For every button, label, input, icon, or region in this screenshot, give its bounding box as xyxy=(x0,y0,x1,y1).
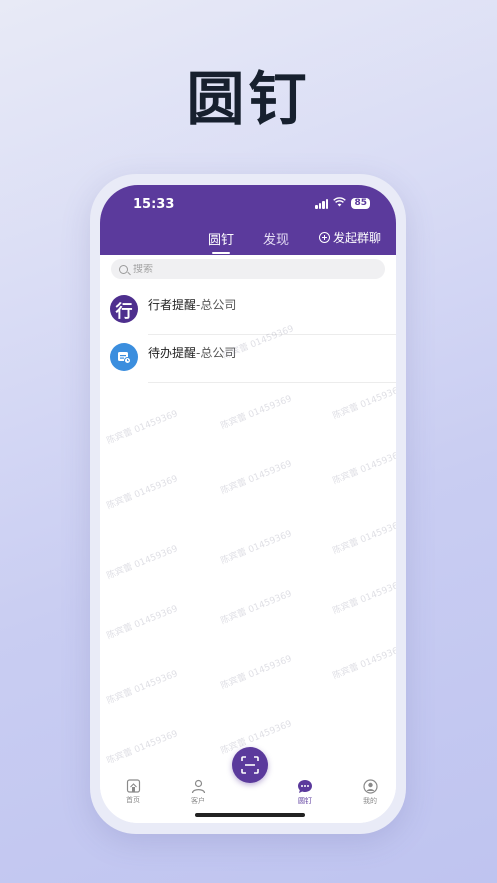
status-time: 15:33 xyxy=(133,197,175,212)
watermark: 陈宾蕾 01459369 xyxy=(331,384,396,422)
nav-pin[interactable]: 圆钉 xyxy=(285,779,325,806)
scan-button[interactable] xyxy=(232,747,268,783)
watermark: 陈宾蕾 01459369 xyxy=(219,459,294,497)
scan-icon xyxy=(241,756,259,774)
tab-discover[interactable]: 发现 xyxy=(263,229,289,248)
status-icons: 85 xyxy=(315,197,370,210)
watermark: 陈宾蕾 01459369 xyxy=(105,669,180,707)
home-icon xyxy=(126,779,140,793)
plus-circle-icon xyxy=(319,232,330,243)
nav-customer[interactable]: 客户 xyxy=(178,779,218,806)
home-indicator xyxy=(195,813,305,817)
divider xyxy=(148,382,396,383)
search-icon xyxy=(119,264,128,274)
item-org: -总公司 xyxy=(196,298,237,312)
battery-icon: 85 xyxy=(351,198,370,209)
nav-home[interactable]: 首页 xyxy=(113,779,153,805)
todo-icon xyxy=(110,343,138,371)
avatar: 行 xyxy=(110,295,138,323)
watermark: 陈宾蕾 01459369 xyxy=(105,474,180,512)
watermark: 陈宾蕾 01459369 xyxy=(219,529,294,567)
tab-pin[interactable]: 圆钉 xyxy=(208,229,234,254)
search-input[interactable] xyxy=(133,263,363,275)
watermark: 陈宾蕾 01459369 xyxy=(105,729,180,767)
watermark: 陈宾蕾 01459369 xyxy=(105,544,180,582)
watermark: 陈宾蕾 01459369 xyxy=(105,604,180,642)
profile-icon xyxy=(362,779,378,794)
watermark: 陈宾蕾 01459369 xyxy=(331,449,396,487)
item-name: 行者提醒 xyxy=(148,298,197,312)
search-bar[interactable] xyxy=(111,259,385,279)
hero-title: 圆钉 xyxy=(186,65,311,133)
watermark: 陈宾蕾 01459369 xyxy=(105,409,180,447)
nav-pin-label: 圆钉 xyxy=(298,797,312,805)
watermark: 陈宾蕾 01459369 xyxy=(219,589,294,627)
group-chat-label: 发起群聊 xyxy=(333,231,382,245)
app-header: 15:33 85 圆钉 发现 发起群聊 xyxy=(100,185,396,255)
watermark: 陈宾蕾 01459369 xyxy=(331,519,396,557)
app-screen: 15:33 85 圆钉 发现 发起群聊 行 行者提醒-总公司 xyxy=(100,185,396,823)
nav-home-label: 首页 xyxy=(126,796,140,804)
list-item[interactable]: 行 行者提醒-总公司 xyxy=(100,287,396,335)
person-icon xyxy=(191,779,205,794)
nav-mine-label: 我的 xyxy=(363,797,377,805)
item-title: 行者提醒-总公司 xyxy=(148,296,236,313)
chat-bubble-icon xyxy=(298,780,312,793)
wifi-icon xyxy=(333,197,347,210)
start-group-chat-button[interactable]: 发起群聊 xyxy=(319,229,381,246)
signal-icon xyxy=(315,198,329,209)
nav-customer-label: 客户 xyxy=(191,797,205,805)
nav-mine[interactable]: 我的 xyxy=(350,779,390,806)
watermark: 陈宾蕾 01459369 xyxy=(331,644,396,682)
item-name: 待办提醒 xyxy=(148,346,197,360)
watermark: 陈宾蕾 01459369 xyxy=(219,394,294,432)
watermark: 陈宾蕾 01459369 xyxy=(219,654,294,692)
watermark: 陈宾蕾 01459369 xyxy=(331,579,396,617)
top-tabs: 圆钉 发现 发起群聊 xyxy=(100,229,396,254)
